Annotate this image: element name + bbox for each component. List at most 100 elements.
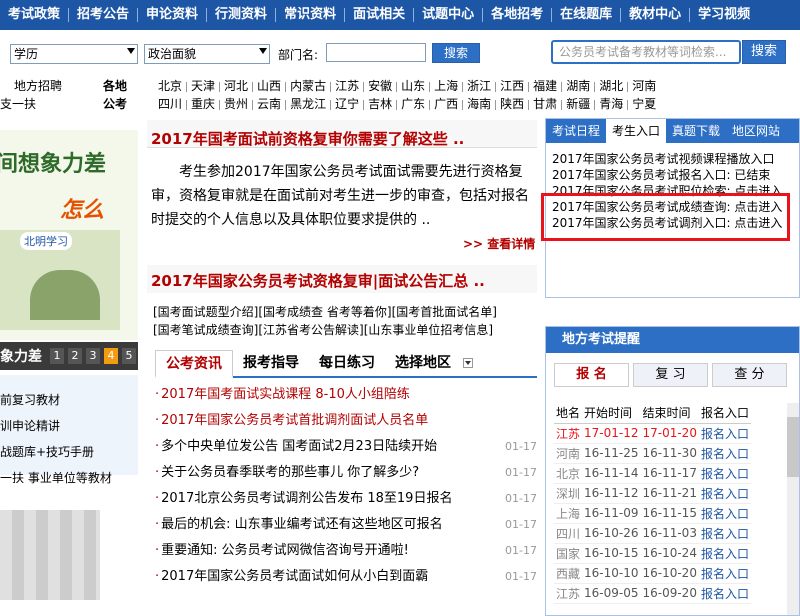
news-tab[interactable]: 公考资讯: [155, 350, 233, 378]
keyword-search-button[interactable]: 搜索: [742, 40, 786, 64]
politics-select[interactable]: 政治面貌: [144, 44, 270, 64]
slide-indicator[interactable]: 3: [86, 348, 100, 364]
left-link[interactable]: 训申论精讲: [0, 417, 60, 434]
region-link[interactable]: 陕西: [500, 97, 524, 111]
topnav-item[interactable]: 申论资料: [137, 8, 206, 22]
promo-banner[interactable]: 间想象力差 怎么办? 北明学习: [0, 130, 138, 340]
topnav-item[interactable]: 各地招考: [482, 8, 551, 22]
news-title[interactable]: 最后的机会: 山东事业编考试还有这些地区可报名: [161, 517, 443, 532]
register-link[interactable]: 报名入口: [699, 443, 751, 463]
topnav-item[interactable]: 面试相关: [344, 8, 413, 22]
region-link[interactable]: 吉林: [368, 97, 392, 111]
education-select[interactable]: 学历: [10, 44, 138, 64]
register-link[interactable]: 报名入口: [699, 503, 751, 523]
region-link[interactable]: 北京: [158, 79, 182, 93]
slide-indicator[interactable]: 4: [104, 348, 118, 364]
news-title[interactable]: 多个中央单位发公告 国考面试2月23日陆续开始: [161, 439, 437, 454]
region-link[interactable]: 黑龙江: [290, 97, 326, 111]
quick-link[interactable]: [国考成绩查 省考等着你]: [258, 305, 391, 319]
region-link[interactable]: 河北: [224, 79, 248, 93]
entry-tab[interactable]: 地区网站: [726, 119, 786, 143]
region-link[interactable]: 海南: [467, 97, 491, 111]
entry-tab[interactable]: 考生入口: [606, 119, 667, 143]
region-link[interactable]: 云南: [257, 97, 281, 111]
topnav-item[interactable]: 在线题库: [551, 8, 620, 22]
remind-tab[interactable]: 复 习: [633, 363, 708, 387]
region-link[interactable]: 福建: [533, 79, 557, 93]
region-link[interactable]: 河南: [632, 79, 656, 93]
quick-link[interactable]: [山东事业单位招考信息]: [364, 323, 493, 337]
entry-tab[interactable]: 真题下载: [666, 119, 726, 143]
region-link[interactable]: 青海: [599, 97, 623, 111]
news-tab[interactable]: 每日练习: [309, 350, 385, 376]
quick-link[interactable]: [国考面试题型介绍]: [153, 305, 258, 319]
register-link[interactable]: 报名入口: [699, 543, 751, 563]
region-link[interactable]: 浙江: [467, 79, 491, 93]
topnav-item[interactable]: 试题中心: [413, 8, 482, 22]
news-item[interactable]: · 关于公务员春季联考的那些事儿 你了解多少? 01-17: [155, 460, 537, 486]
region-link[interactable]: 山东: [401, 79, 425, 93]
region-link[interactable]: 广西: [434, 97, 458, 111]
topnav-item[interactable]: 招考公告: [68, 8, 137, 22]
news-item[interactable]: · 重要通知: 公务员考试网微信咨询号开通啦! 01-17: [155, 538, 537, 564]
region-link[interactable]: 山西: [257, 79, 281, 93]
topnav-item[interactable]: 常识资料: [275, 8, 344, 22]
region-link[interactable]: 江苏: [335, 79, 359, 93]
entry-tab[interactable]: 考试日程: [546, 119, 606, 143]
region-link[interactable]: 上海: [434, 79, 458, 93]
keyword-search-input[interactable]: 公务员考试备考教材等词检索...: [551, 40, 741, 64]
register-link[interactable]: 报名入口: [699, 523, 751, 543]
register-link[interactable]: 报名入口: [699, 463, 751, 483]
search-button[interactable]: 搜索: [432, 43, 480, 63]
region-link[interactable]: 四川: [158, 97, 182, 111]
left-link[interactable]: 前复习教材: [0, 391, 60, 408]
region-link[interactable]: 新疆: [566, 97, 590, 111]
left-link[interactable]: 战题库+技巧手册: [0, 443, 94, 460]
news-title[interactable]: 重要通知: 公务员考试网微信咨询号开通啦!: [161, 543, 409, 558]
dropdown-icon[interactable]: [463, 358, 473, 368]
news-item[interactable]: · 2017年国家公务员考试面试如何从小白到面霸 01-17: [155, 564, 537, 590]
news-tab[interactable]: 选择地区: [385, 350, 461, 376]
news-item[interactable]: · 最后的机会: 山东事业编考试还有这些地区可报名 01-17: [155, 512, 537, 538]
scrollbar-thumb[interactable]: [787, 417, 799, 477]
topnav-item[interactable]: 行测资料: [206, 8, 275, 22]
slide-indicator[interactable]: 5: [122, 348, 136, 364]
region-link[interactable]: 湖北: [599, 79, 623, 93]
news-item[interactable]: · 2017年国家公务员考试首批调剂面试人员名单: [155, 408, 537, 434]
support-link[interactable]: 支一扶: [0, 95, 36, 112]
local-recruit-link[interactable]: 地方招聘: [14, 77, 62, 94]
remind-tab[interactable]: 查 分: [712, 363, 787, 387]
topnav-item[interactable]: 考试政策: [0, 8, 68, 22]
entry-item[interactable]: 2017年国家公务员考试报名入口: 已结束: [552, 167, 792, 183]
news-title[interactable]: 2017年国家公务员考试面试如何从小白到面霸: [161, 569, 428, 584]
dept-input[interactable]: [326, 43, 426, 62]
news-title[interactable]: 2017年国家公务员考试首批调剂面试人员名单: [161, 413, 428, 428]
region-link[interactable]: 重庆: [191, 97, 215, 111]
region-link[interactable]: 宁夏: [632, 97, 656, 111]
register-link[interactable]: 报名入口: [699, 483, 751, 503]
left-link[interactable]: 一扶 事业单位等教材: [0, 469, 112, 486]
topnav-item[interactable]: 教材中心: [620, 8, 689, 22]
more-link[interactable]: >> 查看详情: [463, 235, 535, 252]
register-link[interactable]: 报名入口: [699, 423, 751, 443]
headline-2[interactable]: 2017年国家公务员考试资格复审|面试公告汇总 ..: [151, 270, 485, 291]
topnav-item[interactable]: 学习视频: [689, 8, 758, 22]
news-title[interactable]: 2017北京公务员考试调剂公告发布 18至19日报名: [161, 491, 452, 506]
region-link[interactable]: 安徽: [368, 79, 392, 93]
register-link[interactable]: 报名入口: [699, 583, 751, 603]
news-tab[interactable]: 报考指导: [233, 350, 309, 376]
headline-1[interactable]: 2017年国考面试前资格复审你需要了解这些 ..: [151, 128, 464, 149]
quick-link[interactable]: [国考笔试成绩查询]: [153, 323, 258, 337]
remind-tab[interactable]: 报 名: [554, 363, 629, 387]
slide-indicator[interactable]: 2: [68, 348, 82, 364]
region-link[interactable]: 甘肃: [533, 97, 557, 111]
quick-link[interactable]: [江苏省考公告解读]: [258, 323, 363, 337]
news-title[interactable]: 2017年国考面试实战课程 8-10人小组陪练: [161, 387, 410, 402]
scrollbar[interactable]: [787, 403, 799, 615]
region-link[interactable]: 贵州: [224, 97, 248, 111]
quick-link[interactable]: [国考首批面试名单]: [392, 305, 497, 319]
region-link[interactable]: 湖南: [566, 79, 590, 93]
region-link[interactable]: 江西: [500, 79, 524, 93]
news-item[interactable]: · 2017年国考面试实战课程 8-10人小组陪练: [155, 382, 537, 408]
news-title[interactable]: 关于公务员春季联考的那些事儿 你了解多少?: [161, 465, 419, 480]
